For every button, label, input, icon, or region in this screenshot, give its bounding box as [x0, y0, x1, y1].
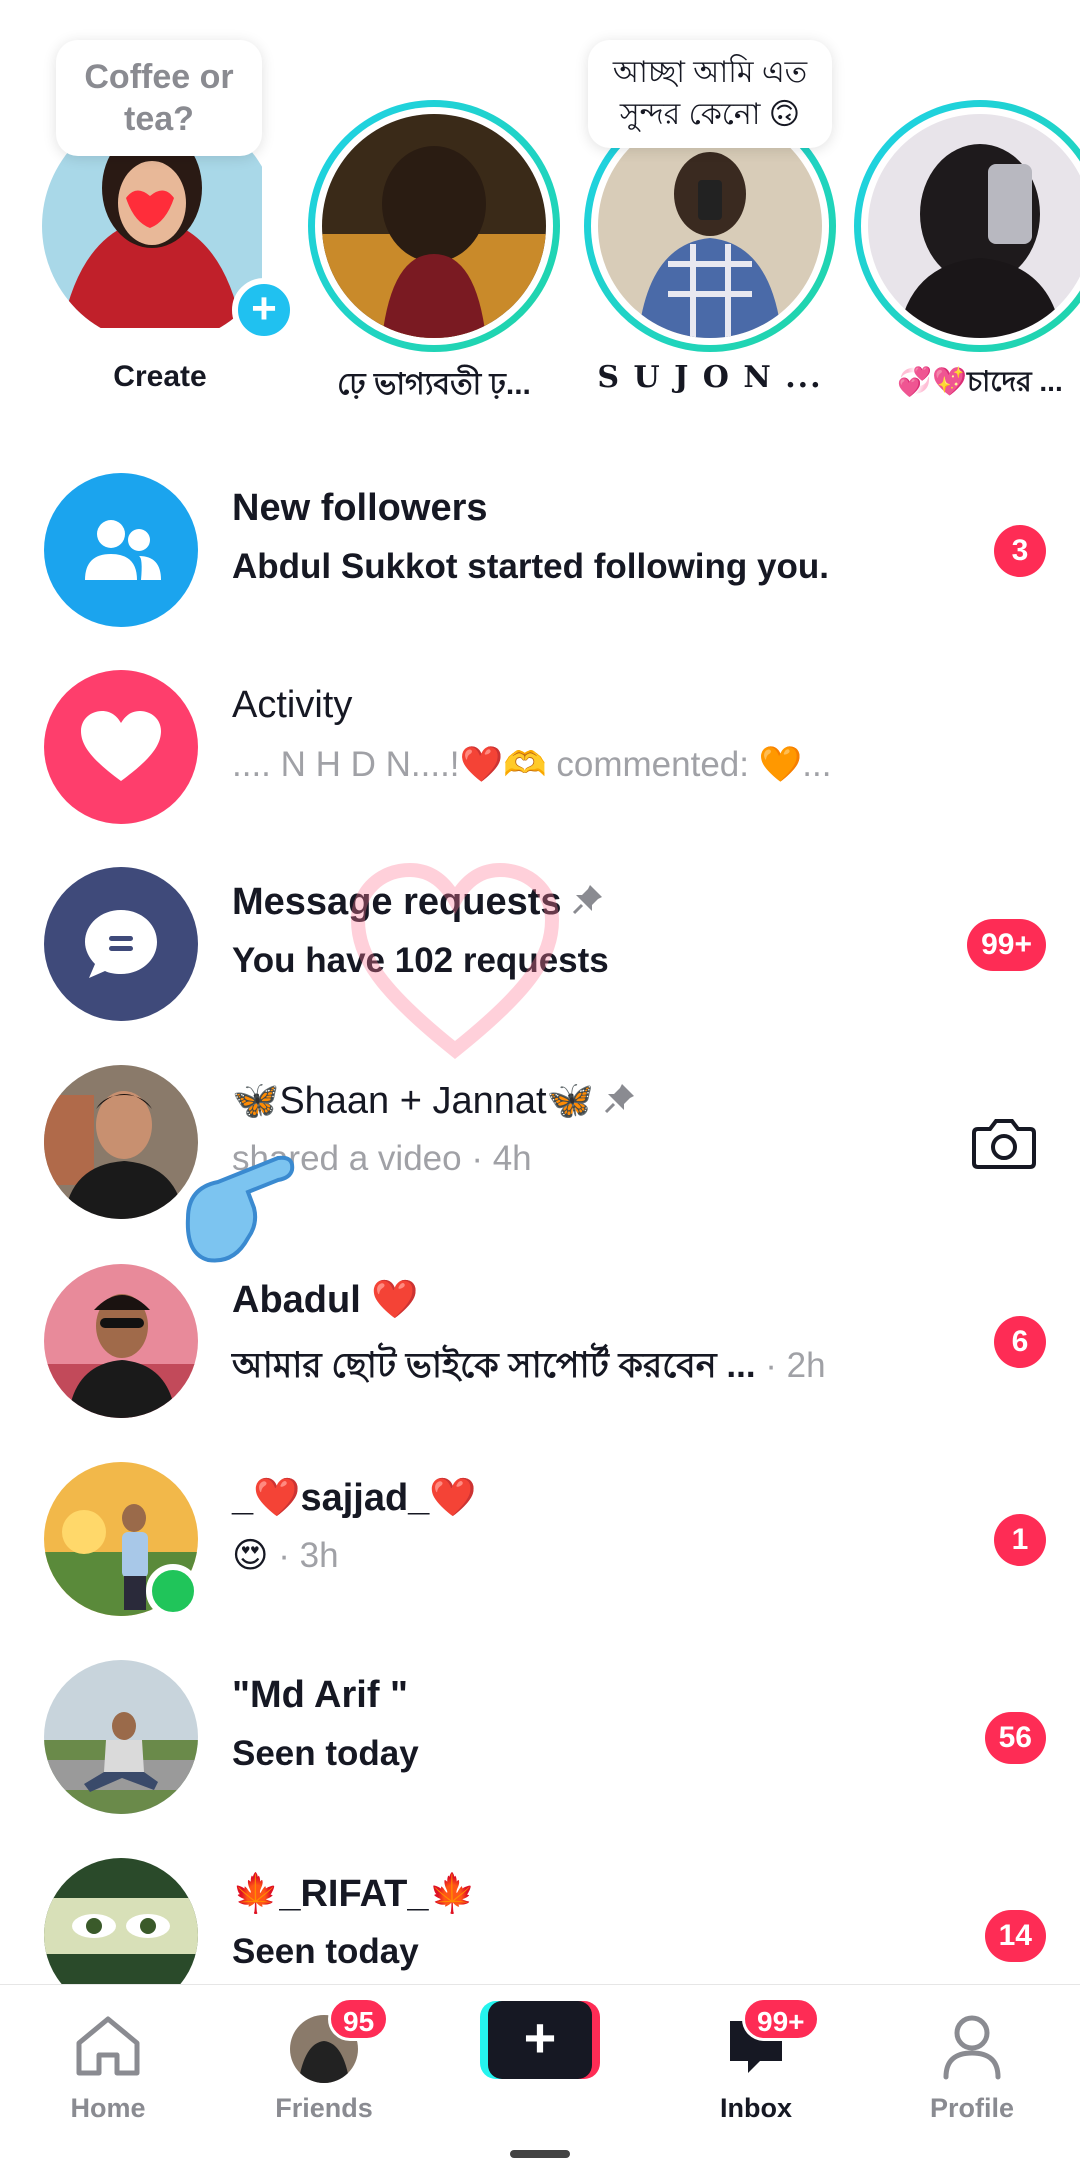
home-icon [73, 2013, 143, 2084]
chat-icon [44, 867, 198, 1021]
nav-profile-label: Profile [929, 2093, 1015, 2123]
story-name: Create [113, 360, 207, 393]
chat-row[interactable]: 🍁_RIFAT_🍁 Seen today 14 [0, 1858, 1080, 1984]
home-indicator [510, 2150, 570, 2158]
row-time: · 3h [268, 1536, 339, 1575]
unread-badge: 56 [984, 1712, 1046, 1764]
online-status-dot [146, 1564, 200, 1618]
row-subtitle: Seen today [232, 1734, 419, 1773]
heart-icon [44, 670, 198, 824]
nav-home-label: Home [70, 2093, 146, 2123]
row-subtitle: Abdul Sukkot started following you. [232, 547, 829, 586]
row-title: 🦋Shaan + Jannat🦋 [232, 1079, 636, 1124]
unread-badge: 1 [994, 1514, 1046, 1566]
unread-badge: 14 [984, 1910, 1046, 1962]
story-avatar [868, 114, 1080, 338]
nav-profile[interactable]: Profile [872, 2005, 1072, 2125]
bottom-nav: Home 95 Friends + 99+ Inbox Profile [0, 1984, 1080, 2160]
camera-icon[interactable] [972, 1115, 1036, 1176]
row-title-text: 🦋Shaan + Jannat🦋 [232, 1080, 594, 1122]
nav-home[interactable]: Home [8, 2005, 208, 2125]
story-item[interactable]: আচ্ছা আমি এত সুন্দর কেনো 🙃 S U J O N ... [580, 0, 840, 420]
contact-avatar [44, 1660, 198, 1814]
row-subtitle-text: আমার ছোট ভাইকে সাপোর্ট করবেন ... [232, 1346, 756, 1385]
nav-inbox[interactable]: 99+ Inbox [656, 1997, 856, 2125]
row-subtitle: .... N H D N....!❤️🫶 commented: 🧡... [232, 745, 832, 784]
contact-avatar [44, 1858, 198, 1984]
unread-badge: 99+ [967, 919, 1046, 971]
story-avatar-ring [854, 100, 1080, 352]
message-requests-row[interactable]: Message requests You have 102 requests 9… [0, 867, 1080, 1065]
add-story-button[interactable]: + [232, 278, 296, 342]
chat-row[interactable]: "Md Arif " Seen today 56 [0, 1660, 1080, 1858]
story-note-bubble[interactable]: Coffee or tea? [56, 40, 262, 156]
story-note-bubble[interactable]: আচ্ছা আমি এত সুন্দর কেনো 🙃 [588, 40, 832, 148]
contact-avatar [44, 1065, 198, 1219]
unread-badge: 6 [994, 1316, 1046, 1368]
row-title: Abadul ❤️ [232, 1279, 419, 1321]
row-title: _❤️sajjad_❤️ [232, 1477, 477, 1519]
activity-row[interactable]: Activity .... N H D N....!❤️🫶 commented:… [0, 670, 1080, 868]
story-name: 💞💖চাদের ... [897, 366, 1063, 397]
row-subtitle: আমার ছোট ভাইকে সাপোর্ট করবেন ... · 2h [232, 1338, 826, 1397]
row-title: Activity [232, 684, 353, 726]
row-subtitle-text: 😍 [232, 1536, 269, 1575]
plus-icon: + [488, 2001, 592, 2079]
row-title: Message requests [232, 881, 604, 925]
row-subtitle: 😍 · 3h [232, 1536, 339, 1576]
people-icon [44, 473, 198, 627]
row-title-text: Message requests [232, 881, 562, 923]
story-name: ঢ়ে ভাগ্যবতী ঢ়... [337, 368, 531, 401]
story-name: S U J O N ... [597, 360, 823, 395]
chat-row[interactable]: 🦋Shaan + Jannat🦋 shared a video · 4h [0, 1065, 1080, 1263]
nav-friends[interactable]: 95 Friends [224, 1997, 424, 2125]
inbox-badge: 99+ [742, 1997, 820, 2041]
nav-inbox-label: Inbox [720, 2093, 792, 2123]
unread-badge: 3 [994, 525, 1046, 577]
profile-icon [940, 2013, 1004, 2086]
contact-avatar [44, 1264, 198, 1418]
story-item[interactable]: ঢ়ে ভাগ্যবতী ঢ়... [304, 0, 564, 420]
stories-bar: Coffee or tea? + Create ঢ়ে ভাগ্যবতী ঢ়.… [0, 0, 1080, 420]
chat-row[interactable]: _❤️sajjad_❤️ 😍 · 3h 1 [0, 1462, 1080, 1660]
row-subtitle: You have 102 requests [232, 941, 609, 980]
pin-icon [604, 1081, 636, 1124]
row-subtitle-text: shared a video [232, 1139, 462, 1178]
row-time: · 2h [755, 1346, 826, 1385]
row-subtitle: Seen today [232, 1932, 419, 1971]
pin-icon [572, 882, 604, 925]
row-subtitle: shared a video · 4h [232, 1139, 532, 1179]
friends-badge: 95 [328, 1997, 390, 2041]
chat-row[interactable]: Abadul ❤️ আমার ছোট ভাইকে সাপোর্ট করবেন .… [0, 1264, 1080, 1462]
story-create[interactable]: Coffee or tea? + Create [30, 0, 296, 420]
row-title: New followers [232, 487, 488, 529]
nav-friends-label: Friends [275, 2093, 373, 2123]
create-button[interactable]: + [480, 2001, 600, 2079]
row-title: "Md Arif " [232, 1674, 409, 1716]
row-time: · 4h [461, 1139, 532, 1178]
new-followers-row[interactable]: New followers Abdul Sukkot started follo… [0, 473, 1080, 671]
row-title: 🍁_RIFAT_🍁 [232, 1873, 476, 1915]
story-avatar-ring [308, 100, 560, 352]
story-item[interactable]: 💞💖চাদের ... [850, 0, 1080, 420]
story-avatar [322, 114, 546, 338]
